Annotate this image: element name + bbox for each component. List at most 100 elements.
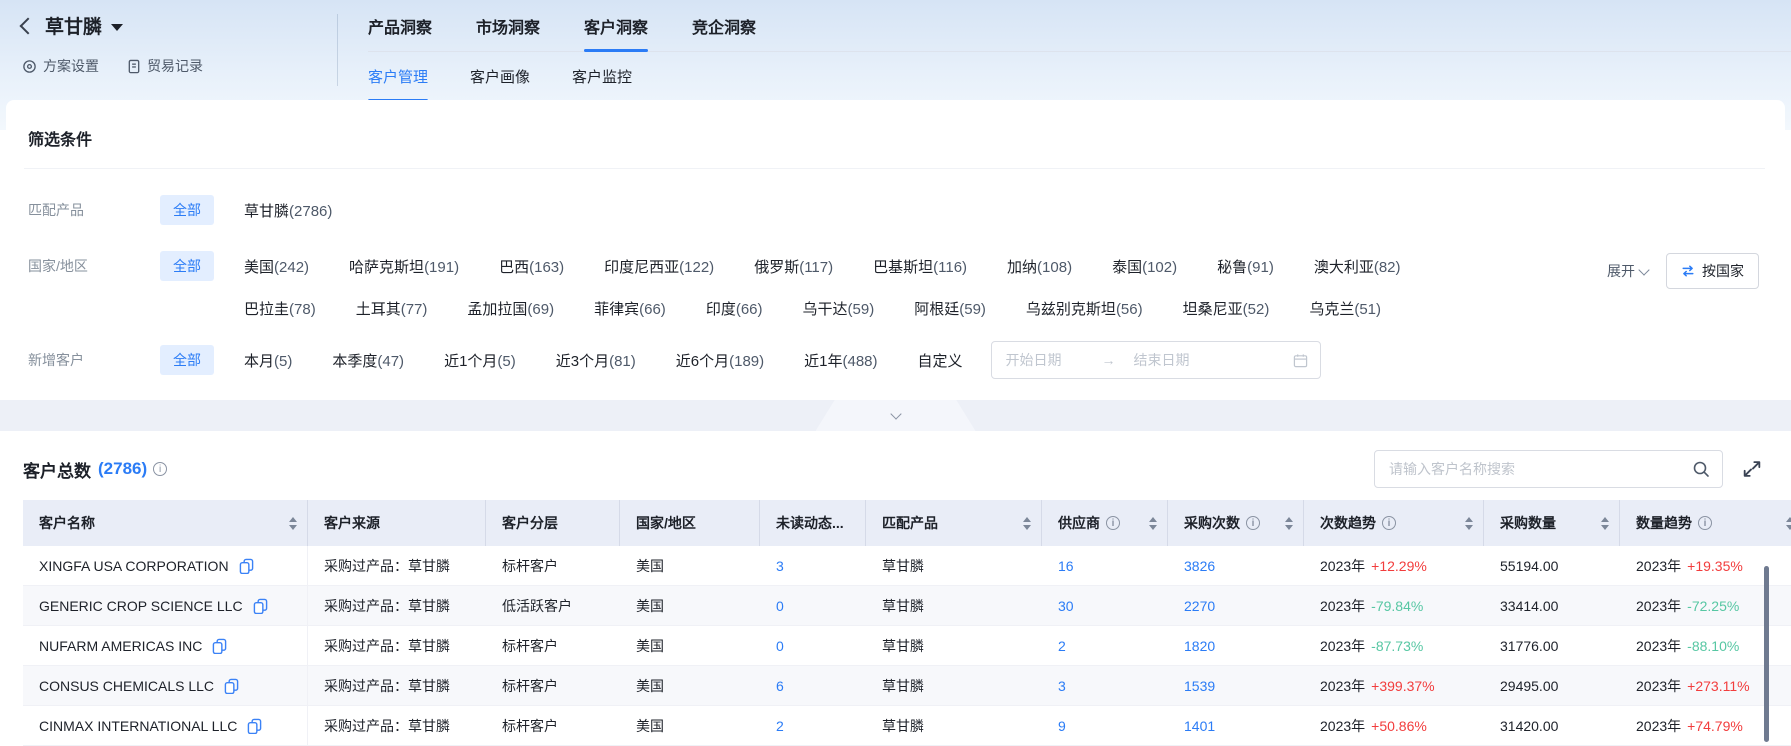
product-dropdown-caret-icon[interactable] bbox=[111, 24, 123, 31]
copy-icon[interactable] bbox=[239, 558, 254, 574]
product-title[interactable]: 草甘膦 bbox=[45, 12, 102, 39]
info-icon[interactable]: i bbox=[1382, 516, 1396, 530]
copy-icon[interactable] bbox=[212, 638, 227, 654]
start-date-input[interactable] bbox=[992, 352, 1102, 368]
purchase-count-link[interactable]: 1820 bbox=[1184, 638, 1215, 654]
vertical-scrollbar[interactable] bbox=[1764, 566, 1769, 742]
period-filter-chip[interactable]: 近6个月(189) bbox=[676, 350, 764, 371]
suppliers-link[interactable]: 9 bbox=[1058, 718, 1066, 734]
country-filter-chip[interactable]: 印度(66) bbox=[706, 298, 763, 319]
table-row[interactable]: CONSUS CHEMICALS LLC 采购过产品：草甘膦 标杆客户 美国 6… bbox=[23, 666, 1791, 706]
country-filter-chip[interactable]: 加纳(108) bbox=[1007, 256, 1072, 277]
tab-competitor-insight[interactable]: 竞企洞察 bbox=[692, 14, 756, 38]
filter-all-chip[interactable]: 全部 bbox=[160, 345, 214, 375]
country-filter-chip[interactable]: 巴西(163) bbox=[499, 256, 564, 277]
table-row[interactable]: NUFARM AMERICAS INC 采购过产品：草甘膦 标杆客户 美国 0 … bbox=[23, 626, 1791, 666]
search-input[interactable] bbox=[1375, 461, 1692, 477]
copy-icon[interactable] bbox=[247, 718, 262, 734]
country-filter-chip[interactable]: 俄罗斯(117) bbox=[754, 256, 833, 277]
tab-customer-insight[interactable]: 客户洞察 bbox=[584, 14, 648, 38]
suppliers-link[interactable]: 16 bbox=[1058, 558, 1074, 574]
customer-search-box[interactable] bbox=[1374, 450, 1723, 488]
filter-all-chip[interactable]: 全部 bbox=[160, 251, 214, 281]
country-filter-chip[interactable]: 乌克兰(51) bbox=[1309, 298, 1381, 319]
column-header[interactable]: 客户来源 i bbox=[308, 500, 486, 546]
subtab-customer-profile[interactable]: 客户画像 bbox=[470, 66, 530, 87]
country-filter-chip[interactable]: 乌干达(59) bbox=[803, 298, 875, 319]
fullscreen-icon[interactable] bbox=[1741, 458, 1763, 480]
by-country-button[interactable]: 按国家 bbox=[1666, 253, 1759, 289]
unread-updates-link[interactable]: 0 bbox=[776, 598, 784, 614]
search-icon[interactable] bbox=[1692, 460, 1710, 478]
unread-updates-link[interactable]: 3 bbox=[776, 558, 784, 574]
country-filter-chip[interactable]: 孟加拉国(69) bbox=[467, 298, 554, 319]
sort-icon[interactable] bbox=[1015, 517, 1031, 530]
sort-icon[interactable] bbox=[1457, 517, 1473, 530]
info-icon[interactable]: i bbox=[1698, 516, 1712, 530]
period-filter-chip[interactable]: 近1年(488) bbox=[804, 350, 877, 371]
table-row[interactable]: GENERIC CROP SCIENCE LLC 采购过产品：草甘膦 低活跃客户… bbox=[23, 586, 1791, 626]
sort-icon[interactable] bbox=[1593, 517, 1609, 530]
column-header[interactable]: 数量趋势 i bbox=[1620, 500, 1791, 546]
sort-icon[interactable] bbox=[1778, 517, 1791, 530]
country-filter-chip[interactable]: 秘鲁(91) bbox=[1217, 256, 1274, 277]
suppliers-link[interactable]: 30 bbox=[1058, 598, 1074, 614]
column-header[interactable]: 国家/地区 i bbox=[620, 500, 760, 546]
sort-icon[interactable] bbox=[281, 517, 297, 530]
sort-icon[interactable] bbox=[1277, 517, 1293, 530]
column-header[interactable]: 客户名称 i bbox=[23, 500, 308, 546]
country-filter-chip[interactable]: 泰国(102) bbox=[1112, 256, 1177, 277]
info-icon[interactable]: i bbox=[153, 462, 167, 476]
copy-icon[interactable] bbox=[224, 678, 239, 694]
custom-range-option[interactable]: 自定义 bbox=[918, 350, 963, 371]
column-header[interactable]: 供应商 i bbox=[1042, 500, 1168, 546]
suppliers-link[interactable]: 2 bbox=[1058, 638, 1066, 654]
period-filter-chip[interactable]: 本月(5) bbox=[244, 350, 292, 371]
country-filter-chip[interactable]: 美国(242) bbox=[244, 256, 309, 277]
subtab-customer-management[interactable]: 客户管理 bbox=[368, 66, 428, 87]
end-date-input[interactable] bbox=[1116, 352, 1226, 368]
purchase-count-link[interactable]: 3826 bbox=[1184, 558, 1215, 574]
purchase-count-link[interactable]: 2270 bbox=[1184, 598, 1215, 614]
country-filter-chip[interactable]: 巴拉圭(78) bbox=[244, 298, 316, 319]
subtab-customer-monitor[interactable]: 客户监控 bbox=[572, 66, 632, 87]
filter-all-chip[interactable]: 全部 bbox=[160, 195, 214, 225]
column-header[interactable]: 客户分层 i bbox=[486, 500, 620, 546]
period-filter-chip[interactable]: 本季度(47) bbox=[332, 350, 404, 371]
tab-product-insight[interactable]: 产品洞察 bbox=[368, 14, 432, 38]
purchase-count-link[interactable]: 1401 bbox=[1184, 718, 1215, 734]
table-row[interactable]: CINMAX INTERNATIONAL LLC 采购过产品：草甘膦 标杆客户 … bbox=[23, 706, 1791, 746]
column-header[interactable]: 采购次数 i bbox=[1168, 500, 1304, 546]
copy-icon[interactable] bbox=[253, 598, 268, 614]
country-filter-chip[interactable]: 澳大利亚(82) bbox=[1314, 256, 1401, 277]
suppliers-link[interactable]: 3 bbox=[1058, 678, 1066, 694]
country-filter-chip[interactable]: 巴基斯坦(116) bbox=[873, 256, 967, 277]
info-icon[interactable]: i bbox=[1246, 516, 1260, 530]
country-filter-chip[interactable]: 土耳其(77) bbox=[356, 298, 428, 319]
date-range-picker[interactable]: → bbox=[991, 341, 1321, 379]
trade-records-link[interactable]: 贸易记录 bbox=[127, 56, 203, 76]
column-header[interactable]: 匹配产品 i bbox=[866, 500, 1042, 546]
unread-updates-link[interactable]: 2 bbox=[776, 718, 784, 734]
tab-market-insight[interactable]: 市场洞察 bbox=[476, 14, 540, 38]
back-icon[interactable] bbox=[20, 17, 37, 34]
collapse-filter-toggle[interactable] bbox=[816, 400, 976, 431]
plan-settings-link[interactable]: 方案设置 bbox=[22, 56, 99, 76]
period-filter-chip[interactable]: 近3个月(81) bbox=[556, 350, 636, 371]
country-filter-chip[interactable]: 菲律宾(66) bbox=[594, 298, 666, 319]
table-row[interactable]: XINGFA USA CORPORATION 采购过产品：草甘膦 标杆客户 美国… bbox=[23, 546, 1791, 586]
period-filter-chip[interactable]: 近1个月(5) bbox=[444, 350, 516, 371]
product-filter-chip[interactable]: 草甘膦(2786) bbox=[244, 200, 332, 221]
sort-icon[interactable] bbox=[1141, 517, 1157, 530]
country-filter-chip[interactable]: 哈萨克斯坦(191) bbox=[349, 256, 459, 277]
country-filter-chip[interactable]: 印度尼西亚(122) bbox=[604, 256, 714, 277]
purchase-count-link[interactable]: 1539 bbox=[1184, 678, 1215, 694]
expand-toggle[interactable]: 展开 bbox=[1607, 261, 1648, 281]
country-filter-chip[interactable]: 坦桑尼亚(52) bbox=[1183, 298, 1270, 319]
column-header[interactable]: 次数趋势 i bbox=[1304, 500, 1484, 546]
info-icon[interactable]: i bbox=[1106, 516, 1120, 530]
column-header[interactable]: 未读动态... i bbox=[760, 500, 866, 546]
unread-updates-link[interactable]: 0 bbox=[776, 638, 784, 654]
column-header[interactable]: 采购数量 i bbox=[1484, 500, 1620, 546]
country-filter-chip[interactable]: 阿根廷(59) bbox=[914, 298, 986, 319]
